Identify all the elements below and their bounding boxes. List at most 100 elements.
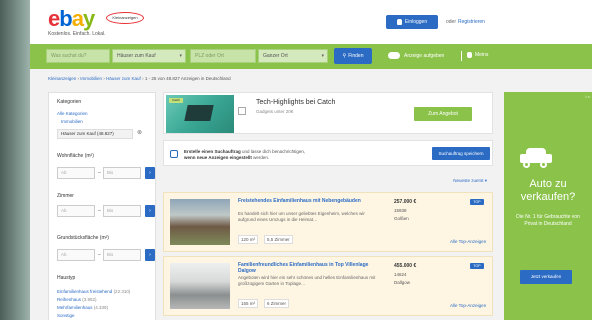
search-alert-box: Erstelle einen Suchauftrag und lasse dic… bbox=[163, 140, 493, 166]
or-text: oder bbox=[446, 19, 457, 25]
ad-subtitle: Gadgets unter 20€ bbox=[256, 109, 294, 114]
range-separator: – bbox=[98, 252, 101, 258]
listing-tags: 155 m² 6 Zimmer bbox=[238, 299, 290, 308]
living-area-go-button[interactable]: › bbox=[145, 167, 155, 179]
house-type-item[interactable]: Mehrfamilienhaus (4.339) bbox=[57, 305, 108, 310]
house-type-item[interactable]: Einfamilienhaus freistehend (22.310) bbox=[57, 289, 130, 294]
house-type-heading: Haustyp bbox=[57, 275, 76, 281]
login-button[interactable]: Einloggen bbox=[386, 15, 438, 29]
top-badge: TOP bbox=[470, 263, 484, 269]
plot-area-from[interactable]: Ab bbox=[57, 249, 95, 261]
radius-value: Ganzer Ort bbox=[263, 53, 288, 59]
top-badge: TOP bbox=[470, 199, 484, 205]
login-label: Einloggen bbox=[404, 19, 428, 25]
listing-city: Dallgow bbox=[394, 280, 411, 285]
car-icon bbox=[520, 148, 552, 168]
rooms-go-button[interactable]: › bbox=[145, 205, 155, 217]
my-ads-label: Meins bbox=[475, 52, 489, 58]
all-top-ads-link[interactable]: Alle Top-Anzeigen bbox=[450, 239, 486, 244]
radius-select[interactable]: Ganzer Ort ▾ bbox=[258, 49, 328, 63]
ad-image: Catch bbox=[166, 95, 234, 133]
divider bbox=[461, 51, 462, 61]
bell-icon bbox=[170, 150, 178, 158]
user-icon bbox=[467, 52, 472, 58]
listing-tags: 120 m² 5,5 Zimmer bbox=[238, 235, 293, 244]
ad-checkbox[interactable] bbox=[238, 107, 246, 115]
my-ads-button[interactable]: Meins bbox=[467, 52, 488, 58]
sort-select[interactable]: Neueste zuerst ▾ bbox=[453, 178, 487, 184]
listing-title[interactable]: Familienfreundliches Einfamilienhaus in … bbox=[238, 262, 374, 274]
search-bar: Was suchst du? Häuser zum Kauf ▾ PLZ ode… bbox=[30, 44, 592, 69]
listing-description: Es handelt sich hier um unser geliebtes … bbox=[238, 211, 365, 222]
listing-description: Angeboten wird hier ein sehr schönes und… bbox=[238, 275, 376, 286]
selected-category-tag: Häuser zum Kauf (48.827) bbox=[57, 129, 133, 139]
device-graphic bbox=[184, 105, 214, 121]
ebay-logo[interactable]: ebay bbox=[48, 8, 95, 30]
chevron-down-icon: ▾ bbox=[179, 53, 182, 59]
living-area-from[interactable]: Ab bbox=[57, 167, 95, 179]
all-top-ads-link[interactable]: Alle Top-Anzeigen bbox=[450, 303, 486, 308]
house-type-item[interactable]: Sonstige bbox=[57, 313, 75, 318]
user-icon bbox=[396, 19, 402, 25]
post-ad-label: Anzeige aufgeben bbox=[404, 52, 445, 59]
ad-close-icon[interactable]: i × bbox=[586, 94, 590, 99]
breadcrumb-haeuser[interactable]: Häuser zum Kauf bbox=[106, 76, 141, 81]
ad-cta-button[interactable]: Zum Angebot bbox=[414, 107, 472, 121]
find-button[interactable]: ⚲ Finden bbox=[334, 48, 372, 64]
listing-zip: 14624 bbox=[394, 272, 407, 277]
plot-area-to[interactable]: Bis bbox=[103, 249, 141, 261]
range-separator: – bbox=[98, 170, 101, 176]
search-icon: ⚲ bbox=[342, 53, 347, 59]
listing-photo[interactable] bbox=[170, 199, 230, 245]
chevron-down-icon: ▾ bbox=[321, 53, 324, 59]
listing-title[interactable]: Freistehendes Einfamilienhaus mit Nebeng… bbox=[238, 198, 374, 204]
remove-filter-icon[interactable]: ⊗ bbox=[137, 129, 142, 136]
listing-zip: 15938 bbox=[394, 208, 407, 213]
results-main: Catch Tech-Highlights bei Catch Gadgets … bbox=[163, 92, 493, 320]
banner-headline: Auto zu verkaufen? bbox=[520, 178, 576, 203]
listing-item[interactable]: Familienfreundliches Einfamilienhaus in … bbox=[163, 256, 493, 316]
find-label: Finden bbox=[348, 53, 364, 59]
post-ad-button[interactable]: Anzeige aufgeben bbox=[388, 52, 444, 59]
header: ebay Kleinanzeigen Kostenlos. Einfach. L… bbox=[30, 0, 592, 44]
rooms-tag: 5,5 Zimmer bbox=[264, 235, 293, 244]
tagline: Kostenlos. Einfach. Lokal. bbox=[48, 31, 106, 37]
chat-bubble-icon bbox=[388, 52, 400, 59]
all-categories-link[interactable]: Alle Kategorien bbox=[57, 111, 88, 116]
listing-price: 455.000 € bbox=[394, 263, 417, 269]
banner-text: Die Nr. 1 für Gebrauchte von Privat in D… bbox=[516, 214, 580, 227]
plot-area-go-button[interactable]: › bbox=[145, 249, 155, 261]
rooms-to[interactable]: Bis bbox=[103, 205, 141, 217]
breadcrumb-immobilien[interactable]: Immobilien bbox=[80, 76, 102, 81]
breadcrumb: Kleinanzeigen › Immobilien › Häuser zum … bbox=[48, 76, 231, 81]
listing-price: 257.000 € bbox=[394, 199, 417, 205]
search-input[interactable]: Was suchst du? bbox=[46, 49, 110, 63]
rooms-tag: 6 Zimmer bbox=[264, 299, 290, 308]
location-input[interactable]: PLZ oder Ort bbox=[190, 49, 256, 63]
ad-tag: Catch bbox=[169, 98, 183, 103]
listing-photo[interactable] bbox=[170, 263, 230, 309]
range-separator: – bbox=[98, 208, 101, 214]
rooms-from[interactable]: Ab bbox=[57, 205, 95, 217]
immobilien-link[interactable]: Immobilien bbox=[61, 119, 83, 124]
living-area-to[interactable]: Bis bbox=[103, 167, 141, 179]
house-type-item[interactable]: Reihenhaus (3.952) bbox=[57, 297, 97, 302]
result-count: 1 - 25 von 48.827 Anzeigen in Deutschlan… bbox=[144, 76, 231, 81]
register-link[interactable]: Registrieren bbox=[458, 19, 485, 25]
save-search-button[interactable]: Suchauftrag speichern bbox=[432, 147, 490, 160]
area-tag: 120 m² bbox=[238, 235, 259, 244]
listing-city: Golßen bbox=[394, 216, 409, 221]
category-value: Häuser zum Kauf bbox=[117, 53, 156, 59]
sponsored-ad[interactable]: Catch Tech-Highlights bei Catch Gadgets … bbox=[163, 92, 493, 134]
listing-item[interactable]: Freistehendes Einfamilienhaus mit Nebeng… bbox=[163, 192, 493, 252]
category-select[interactable]: Häuser zum Kauf ▾ bbox=[112, 49, 186, 63]
ad-title: Tech-Highlights bei Catch bbox=[256, 99, 336, 106]
banner-button[interactable]: Jetzt verkaufen bbox=[520, 270, 572, 284]
page: ebay Kleinanzeigen Kostenlos. Einfach. L… bbox=[30, 0, 592, 320]
breadcrumb-kleinanzeigen[interactable]: Kleinanzeigen bbox=[48, 76, 76, 81]
car-sales-banner[interactable]: i × Auto zu verkaufen? Die Nr. 1 für Geb… bbox=[504, 92, 592, 320]
categories-heading: Kategorien bbox=[57, 99, 82, 105]
search-alert-text: Erstelle einen Suchauftrag und lasse dic… bbox=[184, 149, 306, 160]
kleinanzeigen-badge: Kleinanzeigen bbox=[106, 12, 144, 24]
rooms-heading: Zimmer bbox=[57, 193, 74, 199]
